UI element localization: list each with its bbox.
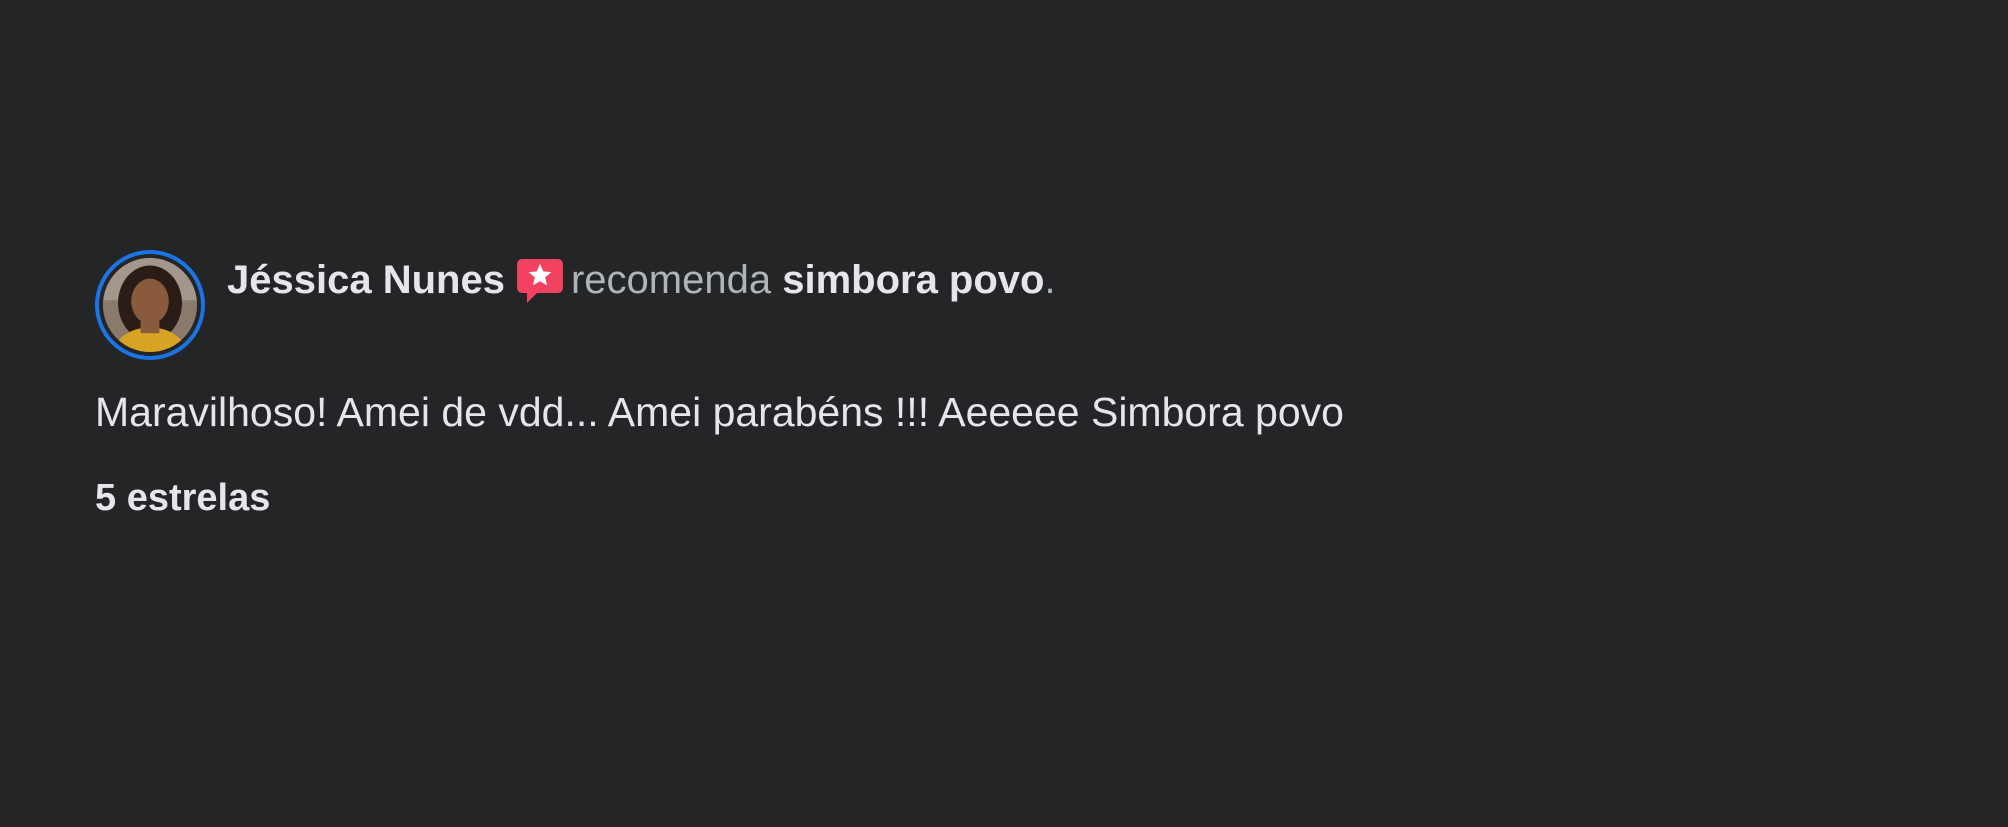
author-name-link[interactable]: Jéssica Nunes — [227, 258, 505, 302]
review-header: Jéssica Nunes recomenda simbora povo. — [95, 250, 1595, 360]
review-headline: Jéssica Nunes recomenda simbora povo. — [227, 254, 1056, 307]
review-text: Maravilhoso! Amei de vdd... Amei parabén… — [95, 389, 1344, 435]
avatar[interactable] — [95, 250, 205, 360]
review-card: Jéssica Nunes recomenda simbora povo. Mar… — [95, 250, 1595, 522]
rating-label: 5 estrelas — [95, 477, 271, 519]
page-name-link[interactable]: simbora povo — [782, 258, 1044, 302]
avatar-photo — [103, 258, 197, 352]
recommend-star-bubble-icon — [515, 255, 565, 307]
recommend-verb: recomenda — [570, 258, 772, 302]
trailing-period: . — [1044, 258, 1056, 302]
